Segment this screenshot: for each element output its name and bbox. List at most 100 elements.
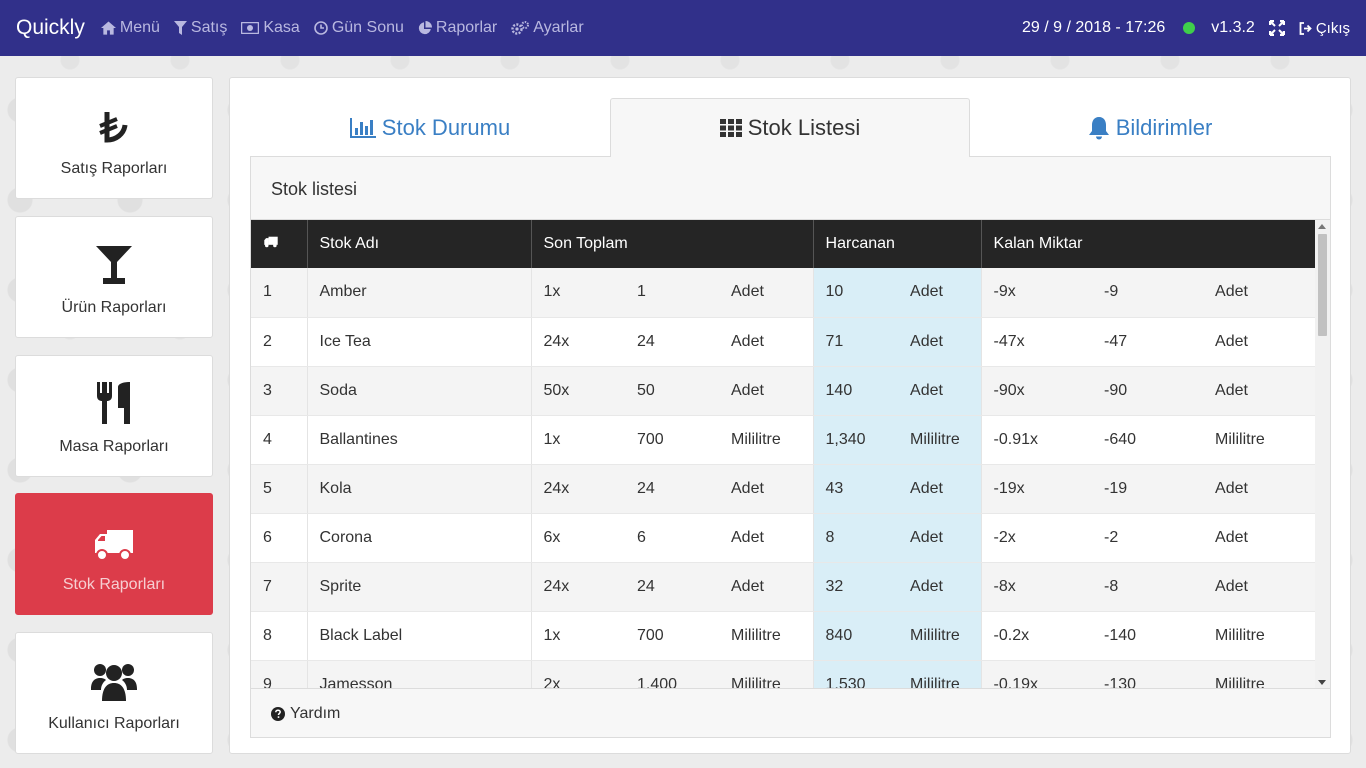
sidebar-item-label: Stok Raporları [62,576,166,593]
cell-remaining-amount: -19 [1092,464,1204,514]
cell-spent-amount: 840 [813,611,899,661]
cell-spent-amount: 71 [813,317,899,367]
sidebar-item-label: Satış Raporları [60,160,168,177]
table-header-index [251,220,308,268]
table-header-remaining[interactable]: Kalan Miktar [981,220,1316,268]
cell-last-total-multiplier: 2x [531,660,625,688]
cell-last-total-unit: Mililitre [719,611,814,661]
table-scrollbar[interactable] [1315,220,1330,688]
table-header-row: Stok Adı Son Toplam Harcanan Kalan Mikta… [251,220,1316,268]
nav-item-label: Ayarlar [533,19,584,36]
cell-stock-name: Soda [307,366,532,416]
cell-last-total-amount: 1,400 [625,660,719,688]
cell-remaining-multiplier: -90x [981,366,1093,416]
sidebar-item-label: Kullanıcı Raporları [48,715,180,732]
cutlery-icon [97,382,130,424]
cell-remaining-unit: Adet [1203,317,1316,367]
nav-item-cash[interactable]: Kasa [241,19,300,37]
cell-spent-unit: Mililitre [898,660,982,688]
cell-stock-name: Ice Tea [307,317,532,367]
cell-remaining-amount: -90 [1092,366,1204,416]
table-row[interactable]: 2 Ice Tea 24x 24 Adet 71 Adet -47x -47 Adet [251,317,1316,367]
table-row[interactable]: 8 Black Label 1x 700 Mililitre 840 Mililitre -0… [251,611,1316,661]
cell-last-total-amount: 700 [625,611,719,661]
truck-icon [95,530,133,561]
nav-item-label: Menü [119,19,160,36]
sidebar-item-user-reports[interactable]: Kullanıcı Raporları [15,632,213,754]
cell-last-total-multiplier: 6x [531,513,625,563]
tab-stock-list[interactable]: Stok Listesi [610,98,970,157]
table-row[interactable]: 1 Amber 1x 1 Adet 10 Adet -9x -9 Adet [251,268,1316,318]
cell-spent-amount: 1,340 [813,415,899,465]
cell-remaining-amount: -9 [1092,268,1204,318]
cell-last-total-multiplier: 50x [531,366,625,416]
cell-remaining-unit: Adet [1203,513,1316,563]
cell-last-total-amount: 6 [625,513,719,563]
top-navbar: Quickly Menü Satış Kasa Gün Sonu Raporla… [0,0,1366,56]
cell-remaining-multiplier: -8x [981,562,1093,612]
cell-last-total-unit: Mililitre [719,415,814,465]
table-row[interactable]: 3 Soda 50x 50 Adet 140 Adet -90x -90 Adet [251,366,1316,416]
tab-notifications[interactable]: Bildirimler [970,98,1330,157]
sidebar-item-label: Ürün Raporları [61,299,167,316]
cell-last-total-unit: Mililitre [719,660,814,688]
nav-item-menu[interactable]: Menü [100,19,160,37]
table-header-stock-name[interactable]: Stok Adı [307,220,532,268]
cell-stock-name: Ballantines [307,415,532,465]
main-panel: Stok Durumu Stok Listesi Bildirimler Sto… [229,77,1351,754]
nav-item-sales[interactable]: Satış [173,19,228,37]
stock-table-container[interactable]: Stok Adı Son Toplam Harcanan Kalan Mikta… [251,219,1330,689]
cell-remaining-unit: Adet [1203,268,1316,318]
cell-last-total-multiplier: 1x [531,268,625,318]
help-link[interactable]: Yardım [271,705,340,723]
nav-item-label: Satış [190,19,228,36]
table-row[interactable]: 4 Ballantines 1x 700 Mililitre 1,340 Mililitre… [251,415,1316,465]
cell-remaining-unit: Mililitre [1203,611,1316,661]
cell-stock-name: Amber [307,268,532,318]
cell-remaining-unit: Adet [1203,366,1316,416]
tab-label: Stok Durumu [381,114,511,140]
cell-spent-unit: Mililitre [898,611,982,661]
sidebar-item-label: Masa Raporları [59,438,169,455]
cell-stock-name: Sprite [307,562,532,612]
sidebar-item-table-reports[interactable]: Masa Raporları [15,355,213,477]
cell-row-index: 3 [251,366,308,416]
cell-last-total-unit: Adet [719,366,814,416]
cell-row-index: 6 [251,513,308,563]
table-row[interactable]: 7 Sprite 24x 24 Adet 32 Adet -8x -8 Adet [251,562,1316,612]
nav-item-day-end[interactable]: Gün Sonu [314,19,404,37]
cell-remaining-unit: Mililitre [1203,660,1316,688]
table-row[interactable]: 5 Kola 24x 24 Adet 43 Adet -19x -19 Adet [251,464,1316,514]
table-row[interactable]: 9 Jamesson 2x 1,400 Mililitre 1,530 Mililitre -… [251,660,1316,688]
cell-row-index: 7 [251,562,308,612]
cell-remaining-amount: -8 [1092,562,1204,612]
cell-stock-name: Black Label [307,611,532,661]
scroll-down-arrow[interactable] [1318,680,1326,685]
cell-remaining-multiplier: -9x [981,268,1093,318]
cell-remaining-multiplier: -0.91x [981,415,1093,465]
nav-item-reports[interactable]: Raporlar [418,19,497,37]
sidebar-item-sales-reports[interactable]: Satış Raporları [15,77,213,199]
table-header-last-total[interactable]: Son Toplam [531,220,814,268]
sidebar-item-stock-reports[interactable]: Stok Raporları [15,493,213,615]
scroll-up-arrow[interactable] [1318,224,1326,229]
expand-icon [1268,20,1285,36]
cell-last-total-multiplier: 24x [531,464,625,514]
cell-row-index: 8 [251,611,308,661]
tab-stock-status[interactable]: Stok Durumu [250,98,610,157]
table-header-spent[interactable]: Harcanan [813,220,982,268]
cell-remaining-unit: Mililitre [1203,415,1316,465]
sidebar-item-product-reports[interactable]: Ürün Raporları [15,216,213,338]
logout-button[interactable]: Çıkış [1299,20,1350,37]
brand-logo[interactable]: Quickly [16,16,85,40]
cell-remaining-unit: Adet [1203,562,1316,612]
version-label: v1.3.2 [1211,19,1255,36]
table-row[interactable]: 6 Corona 6x 6 Adet 8 Adet -2x -2 Adet [251,513,1316,563]
scroll-thumb[interactable] [1318,234,1327,336]
cell-spent-amount: 140 [813,366,899,416]
fullscreen-button[interactable] [1268,20,1285,36]
navbar-right: 29 / 9 / 2018 - 17:26 v1.3.2 Çıkış [1022,19,1350,37]
cell-stock-name: Jamesson [307,660,532,688]
filter-icon [173,21,187,35]
nav-item-settings[interactable]: Ayarlar [511,19,584,37]
